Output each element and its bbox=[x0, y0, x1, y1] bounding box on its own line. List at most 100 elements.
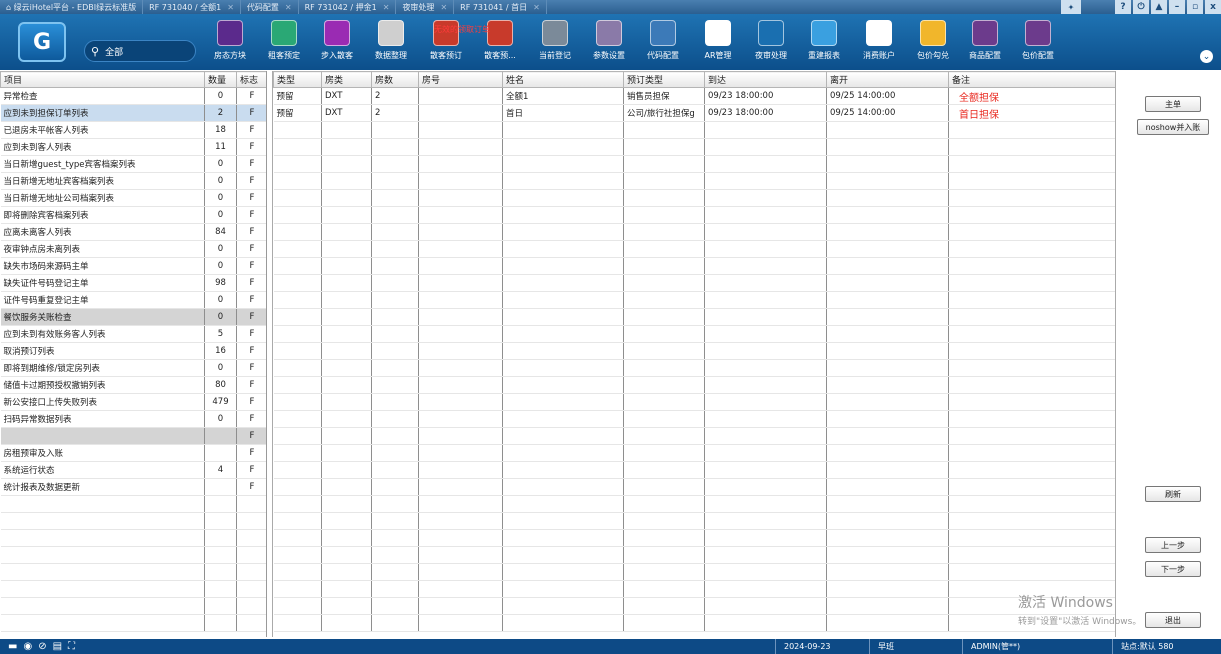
col-header-note[interactable]: 备注 bbox=[948, 71, 1115, 88]
reservation-row[interactable] bbox=[273, 342, 1115, 360]
tab-rf-731042[interactable]: RF 731042 / 押金1 ✕ bbox=[299, 0, 397, 14]
reservation-row[interactable] bbox=[273, 563, 1115, 581]
next-step-button[interactable]: 下一步 bbox=[1145, 561, 1201, 577]
reservation-row[interactable] bbox=[273, 172, 1115, 190]
tab-code-config[interactable]: 代码配置 ✕ bbox=[241, 0, 299, 14]
tab-platform-home[interactable]: ⌂ 绿云iHotel平台 - EDBI绿云标准版 bbox=[0, 0, 144, 14]
check-row[interactable]: 统计报表及数据更新 F bbox=[0, 478, 266, 496]
reservation-row[interactable] bbox=[273, 274, 1115, 292]
col-header-flag[interactable]: 标志 bbox=[236, 71, 266, 88]
check-row[interactable] bbox=[0, 597, 266, 615]
reservation-row[interactable] bbox=[273, 495, 1115, 513]
reservation-row[interactable] bbox=[273, 121, 1115, 139]
tab-rf-731040[interactable]: RF 731040 / 全额1 ✕ bbox=[143, 0, 241, 14]
check-row[interactable]: 系统运行状态 4 F bbox=[0, 461, 266, 479]
col-header-res-type[interactable]: 预订类型 bbox=[623, 71, 705, 88]
col-header-qty[interactable]: 数量 bbox=[204, 71, 237, 88]
reservation-row[interactable] bbox=[273, 325, 1115, 343]
check-row[interactable]: 当日新增无地址宾客档案列表 0 F bbox=[0, 172, 266, 190]
reservation-row[interactable] bbox=[273, 359, 1115, 377]
reservation-row[interactable] bbox=[273, 597, 1115, 615]
check-row[interactable]: 异常检查 0 F bbox=[0, 87, 266, 105]
toolbar-button-2[interactable]: 步入散客 bbox=[312, 20, 362, 68]
col-header-type[interactable]: 类型 bbox=[273, 71, 322, 88]
reservation-row[interactable] bbox=[273, 308, 1115, 326]
check-row[interactable]: 应到未到担保订单列表 2 F bbox=[0, 104, 266, 122]
fullscreen-icon[interactable]: ⛶ bbox=[68, 641, 75, 652]
main-folio-button[interactable]: 主单 bbox=[1145, 96, 1201, 112]
eye-icon[interactable]: ◉ bbox=[23, 641, 32, 652]
check-row[interactable]: 已退房未平帐客人列表 18 F bbox=[0, 121, 266, 139]
toolbar-button-12[interactable]: 消费账户 bbox=[854, 20, 904, 68]
close-button[interactable]: x bbox=[1205, 0, 1221, 14]
help-icon[interactable]: ? bbox=[1115, 0, 1131, 14]
check-row[interactable]: F bbox=[0, 427, 266, 445]
reservation-row[interactable] bbox=[273, 512, 1115, 530]
col-header-room-no[interactable]: 房号 bbox=[418, 71, 503, 88]
reservation-row[interactable] bbox=[273, 580, 1115, 598]
reservation-row[interactable] bbox=[273, 427, 1115, 445]
close-icon[interactable]: ✕ bbox=[383, 3, 390, 12]
prev-step-button[interactable]: 上一步 bbox=[1145, 537, 1201, 553]
check-row[interactable]: 应到未到有效账务客人列表 5 F bbox=[0, 325, 266, 343]
toolbar-button-3[interactable]: 数据整理 bbox=[366, 20, 416, 68]
col-header-item[interactable]: 项目 bbox=[0, 71, 205, 88]
check-row[interactable]: 即将删除宾客档案列表 0 F bbox=[0, 206, 266, 224]
reservation-row[interactable] bbox=[273, 223, 1115, 241]
col-header-rooms[interactable]: 房数 bbox=[371, 71, 419, 88]
reservation-row[interactable]: 预留 DXT 2 首日 公司/旅行社担保g 09/23 18:00:00 09/25 14:… bbox=[273, 104, 1115, 122]
refresh-button[interactable]: 刷新 bbox=[1145, 486, 1201, 502]
reservation-row[interactable] bbox=[273, 206, 1115, 224]
check-row[interactable] bbox=[0, 563, 266, 581]
check-row[interactable]: 当日新增guest_type宾客档案列表 0 F bbox=[0, 155, 266, 173]
check-row[interactable]: 当日新增无地址公司档案列表 0 F bbox=[0, 189, 266, 207]
reservation-row[interactable] bbox=[273, 529, 1115, 547]
check-row[interactable] bbox=[0, 546, 266, 564]
reservation-row[interactable] bbox=[273, 155, 1115, 173]
reservation-row[interactable]: 预留 DXT 2 全额1 销售员担保 09/23 18:00:00 09/25 14:00:… bbox=[273, 87, 1115, 105]
exit-button[interactable]: 退出 bbox=[1145, 612, 1201, 628]
power-icon[interactable]: ⏻ bbox=[1133, 0, 1149, 14]
close-icon[interactable]: ✕ bbox=[533, 3, 540, 12]
check-row[interactable]: 证件号码重复登记主单 0 F bbox=[0, 291, 266, 309]
check-row[interactable] bbox=[0, 512, 266, 530]
check-row[interactable]: 缺失证件号码登记主单 98 F bbox=[0, 274, 266, 292]
col-header-depart[interactable]: 离开 bbox=[826, 71, 949, 88]
maximize-button[interactable]: ▫ bbox=[1187, 0, 1203, 14]
reservation-row[interactable] bbox=[273, 189, 1115, 207]
toolbar-button-7[interactable]: 参数设置 bbox=[584, 20, 634, 68]
check-row[interactable]: 房租预审及入账 F bbox=[0, 444, 266, 462]
close-icon[interactable]: ✕ bbox=[440, 3, 447, 12]
toolbar-button-9[interactable]: AR管理 bbox=[693, 20, 743, 68]
reservation-row[interactable] bbox=[273, 138, 1115, 156]
reservation-row[interactable] bbox=[273, 410, 1115, 428]
toolbar-button-14[interactable]: 商品配置 bbox=[960, 20, 1010, 68]
reservation-row[interactable] bbox=[273, 478, 1115, 496]
check-row[interactable] bbox=[0, 495, 266, 513]
close-icon[interactable]: ✕ bbox=[285, 3, 292, 12]
reservation-row[interactable] bbox=[273, 257, 1115, 275]
reservation-row[interactable] bbox=[273, 240, 1115, 258]
reservation-row[interactable] bbox=[273, 461, 1115, 479]
reservation-row[interactable] bbox=[273, 546, 1115, 564]
search-box[interactable]: ⚲ 全部 bbox=[84, 40, 196, 62]
app-logo[interactable]: G bbox=[18, 22, 66, 62]
reservation-row[interactable] bbox=[273, 376, 1115, 394]
check-row[interactable]: 缺失市场码来源码主单 0 F bbox=[0, 257, 266, 275]
check-row[interactable]: 储值卡过期预授权撤销列表 80 F bbox=[0, 376, 266, 394]
noshow-post-button[interactable]: noshow并入账 bbox=[1137, 119, 1209, 135]
toolbar-button-10[interactable]: 夜审处理 bbox=[746, 20, 796, 68]
reservation-row[interactable] bbox=[273, 614, 1115, 632]
keyboard-icon[interactable]: ▬ bbox=[8, 641, 17, 652]
check-row[interactable] bbox=[0, 580, 266, 598]
check-row[interactable] bbox=[0, 529, 266, 547]
check-row[interactable]: 新公安接口上传失败列表 479 F bbox=[0, 393, 266, 411]
toolbar-button-11[interactable]: 重建报表 bbox=[799, 20, 849, 68]
blocked-icon[interactable]: ⊘ bbox=[38, 641, 46, 652]
toolbar-button-13[interactable]: 包价勾兑 bbox=[908, 20, 958, 68]
toolbar-button-15[interactable]: 包价配置 bbox=[1013, 20, 1063, 68]
check-row[interactable]: 即将到期维修/锁定房列表 0 F bbox=[0, 359, 266, 377]
reservation-row[interactable] bbox=[273, 291, 1115, 309]
col-header-name[interactable]: 姓名 bbox=[502, 71, 624, 88]
list-icon[interactable]: ▤ bbox=[53, 641, 62, 652]
